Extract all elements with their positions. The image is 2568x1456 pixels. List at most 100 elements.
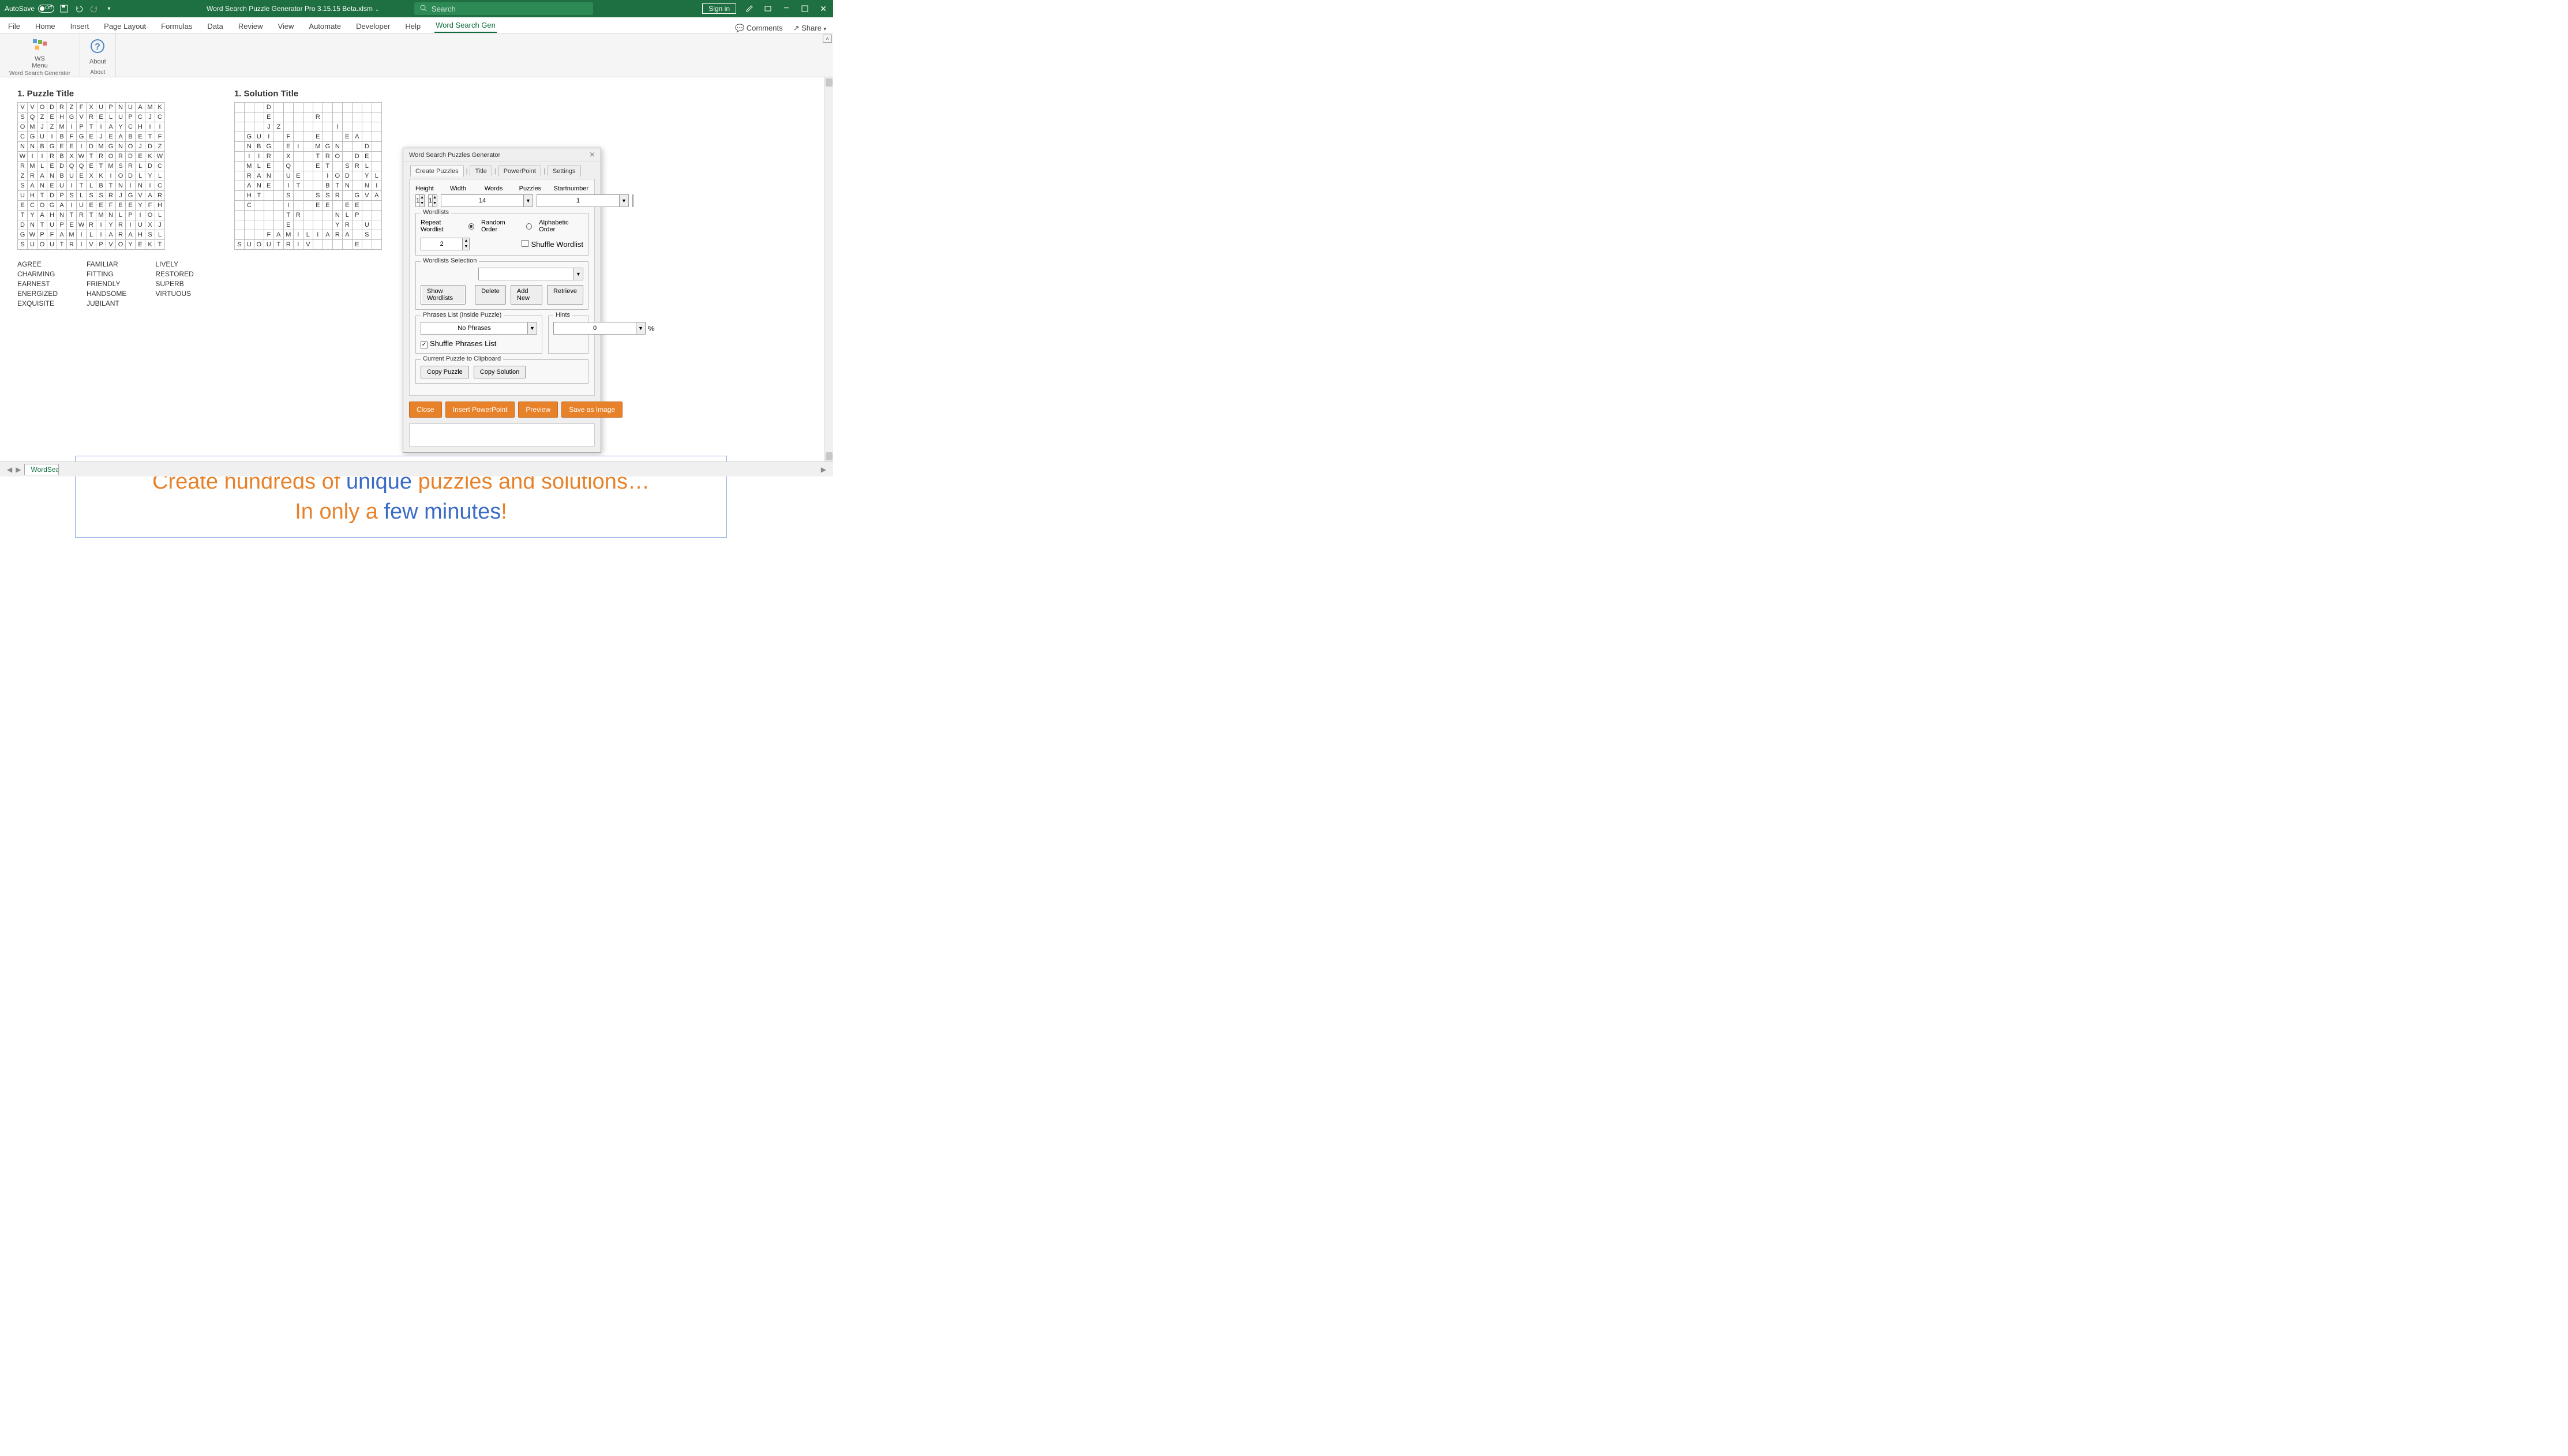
pencil-icon[interactable] xyxy=(744,3,755,14)
words-label: Words xyxy=(485,185,516,192)
repeat-wordlist-input[interactable]: ▲▼ xyxy=(421,238,470,250)
shuffle-phrases-checkbox[interactable]: ✓ xyxy=(421,342,428,348)
qat-dropdown-icon[interactable]: ▾ xyxy=(104,3,114,14)
scroll-down-icon[interactable] xyxy=(826,452,833,460)
sign-in-button[interactable]: Sign in xyxy=(702,3,736,14)
tab-word-search-gen[interactable]: Word Search Gen xyxy=(434,18,497,33)
word-agree: AGREE xyxy=(17,260,58,268)
retrieve-button[interactable]: Retrieve xyxy=(547,285,583,305)
hints-fieldset: Hints ▼ % xyxy=(548,316,588,354)
dialog-titlebar[interactable]: Word Search Puzzles Generator × xyxy=(403,148,601,162)
preview-button[interactable]: Preview xyxy=(518,401,558,418)
random-order-radio[interactable] xyxy=(468,223,474,230)
ws-menu-button[interactable]: WSMenu Word Search Generator xyxy=(0,33,80,77)
about-button[interactable]: ? About About xyxy=(80,33,116,77)
word-exquisite: EXQUISITE xyxy=(17,299,58,307)
tab-insert[interactable]: Insert xyxy=(69,20,91,33)
autosave-toggle[interactable]: AutoSave xyxy=(5,5,54,13)
autosave-label: AutoSave xyxy=(5,5,35,13)
dialog-tab-powerpoint[interactable]: PowerPoint xyxy=(498,166,541,177)
solution-title: 1. Solution Title xyxy=(234,89,382,99)
phrases-select[interactable]: ▼ xyxy=(421,322,537,335)
dialog-close-icon[interactable]: × xyxy=(590,150,595,160)
sheet-tab-wordsearch[interactable]: WordSearc xyxy=(24,464,59,475)
scroll-up-icon[interactable] xyxy=(826,78,833,87)
tab-developer[interactable]: Developer xyxy=(355,20,391,33)
copy-solution-button[interactable]: Copy Solution xyxy=(474,366,526,378)
save-as-image-button[interactable]: Save as Image xyxy=(561,401,623,418)
close-button[interactable]: Close xyxy=(409,401,442,418)
copy-puzzle-button[interactable]: Copy Puzzle xyxy=(421,366,469,378)
solution-section: 1. Solution Title DERJZIGUIFEEANBGEIMGND… xyxy=(234,89,382,309)
sheet-tabs: ◀ ▶ WordSearc ▶ xyxy=(0,461,833,476)
solution-grid: DERJZIGUIFEEANBGEIMGNDIIRXTRODEMLEQETSRL… xyxy=(234,102,382,250)
word-fitting: FITTING xyxy=(87,270,126,278)
toggle-off-icon[interactable] xyxy=(38,5,54,13)
tab-help[interactable]: Help xyxy=(404,20,422,33)
vertical-scrollbar[interactable] xyxy=(824,77,833,461)
insert-powerpoint-button[interactable]: Insert PowerPoint xyxy=(445,401,515,418)
alphabetic-order-radio[interactable] xyxy=(526,223,532,230)
minimize-icon[interactable]: − xyxy=(781,3,792,14)
puzzles-input[interactable]: ▼ xyxy=(537,194,629,207)
puzzle-title: 1. Puzzle Title xyxy=(17,89,194,99)
redo-icon[interactable] xyxy=(89,3,99,14)
word-friendly: FRIENDLY xyxy=(87,280,126,288)
share-button[interactable]: ↗ Share ▾ xyxy=(793,24,826,33)
wordlists-fieldset: Wordlists Repeat Wordlist Random Order A… xyxy=(415,213,588,256)
maximize-icon[interactable] xyxy=(800,3,810,14)
dialog-tab-create-puzzles[interactable]: Create Puzzles xyxy=(410,166,464,177)
wordlist-select[interactable]: ▼ xyxy=(478,268,583,280)
word-charming: CHARMING xyxy=(17,270,58,278)
undo-icon[interactable] xyxy=(74,3,84,14)
tab-data[interactable]: Data xyxy=(206,20,224,33)
tab-view[interactable]: View xyxy=(276,20,295,33)
clipboard-fieldset: Current Puzzle to Clipboard Copy Puzzle … xyxy=(415,359,588,384)
close-window-icon[interactable]: ✕ xyxy=(818,3,828,14)
width-input[interactable]: ▲▼ xyxy=(428,194,437,207)
hints-input[interactable]: ▼ xyxy=(553,322,646,335)
tab-file[interactable]: File xyxy=(7,20,21,33)
word-superb: SUPERB xyxy=(155,280,193,288)
shuffle-wordlist-checkbox[interactable] xyxy=(522,240,528,247)
phrases-fieldset: Phrases List (Inside Puzzle) ▼ ✓Shuffle … xyxy=(415,316,542,354)
word-list: AGREECHARMINGEARNESTENERGIZEDEXQUISITE F… xyxy=(17,260,194,309)
puzzles-label: Puzzles xyxy=(519,185,550,192)
tab-page-layout[interactable]: Page Layout xyxy=(103,20,147,33)
generator-dialog: Word Search Puzzles Generator × Create P… xyxy=(403,148,601,453)
ribbon-body: WSMenu Word Search Generator ? About Abo… xyxy=(0,33,833,77)
width-label: Width xyxy=(450,185,481,192)
delete-button[interactable]: Delete xyxy=(475,285,506,305)
show-wordlists-button[interactable]: Show Wordlists xyxy=(421,285,466,305)
svg-text:?: ? xyxy=(95,42,100,52)
puzzle-section: 1. Puzzle Title VVODRZFXUPNUAMKSQZEHGVRE… xyxy=(17,89,194,309)
word-earnest: EARNEST xyxy=(17,280,58,288)
search-input[interactable] xyxy=(432,5,587,13)
add-new-button[interactable]: Add New xyxy=(511,285,542,305)
startnumber-label: Startnumber xyxy=(554,185,589,192)
comments-button[interactable]: 💬 Comments xyxy=(735,24,783,33)
tab-review[interactable]: Review xyxy=(237,20,264,33)
search-box[interactable] xyxy=(414,2,593,15)
word-restored: RESTORED xyxy=(155,270,193,278)
startnumber-input[interactable] xyxy=(632,194,633,207)
tab-formulas[interactable]: Formulas xyxy=(160,20,193,33)
words-input[interactable]: ▼ xyxy=(441,194,533,207)
ribbon-mode-icon[interactable] xyxy=(763,3,773,14)
word-jubilant: JUBILANT xyxy=(87,299,126,307)
tab-automate[interactable]: Automate xyxy=(308,20,342,33)
tab-home[interactable]: Home xyxy=(34,20,57,33)
sheet-nav-next-icon[interactable]: ▶ xyxy=(16,466,21,474)
sheet-scroll-right-icon[interactable]: ▶ xyxy=(821,466,826,474)
sheet-nav-prev-icon[interactable]: ◀ xyxy=(7,466,12,474)
collapse-ribbon-icon[interactable]: ˄ xyxy=(823,35,832,43)
repeat-label: Repeat Wordlist xyxy=(421,219,463,233)
word-virtuous: VIRTUOUS xyxy=(155,290,193,298)
dialog-tab-title[interactable]: Title xyxy=(470,166,492,177)
dialog-title: Word Search Puzzles Generator xyxy=(409,152,500,159)
dialog-tab-settings[interactable]: Settings xyxy=(548,166,581,177)
document-title: Word Search Puzzle Generator Pro 3.15.15… xyxy=(207,5,380,13)
height-input[interactable]: ▲▼ xyxy=(415,194,425,207)
puzzle-grid: VVODRZFXUPNUAMKSQZEHGVRELUPCJCOMJZMIPTIA… xyxy=(17,102,165,250)
save-icon[interactable] xyxy=(59,3,69,14)
